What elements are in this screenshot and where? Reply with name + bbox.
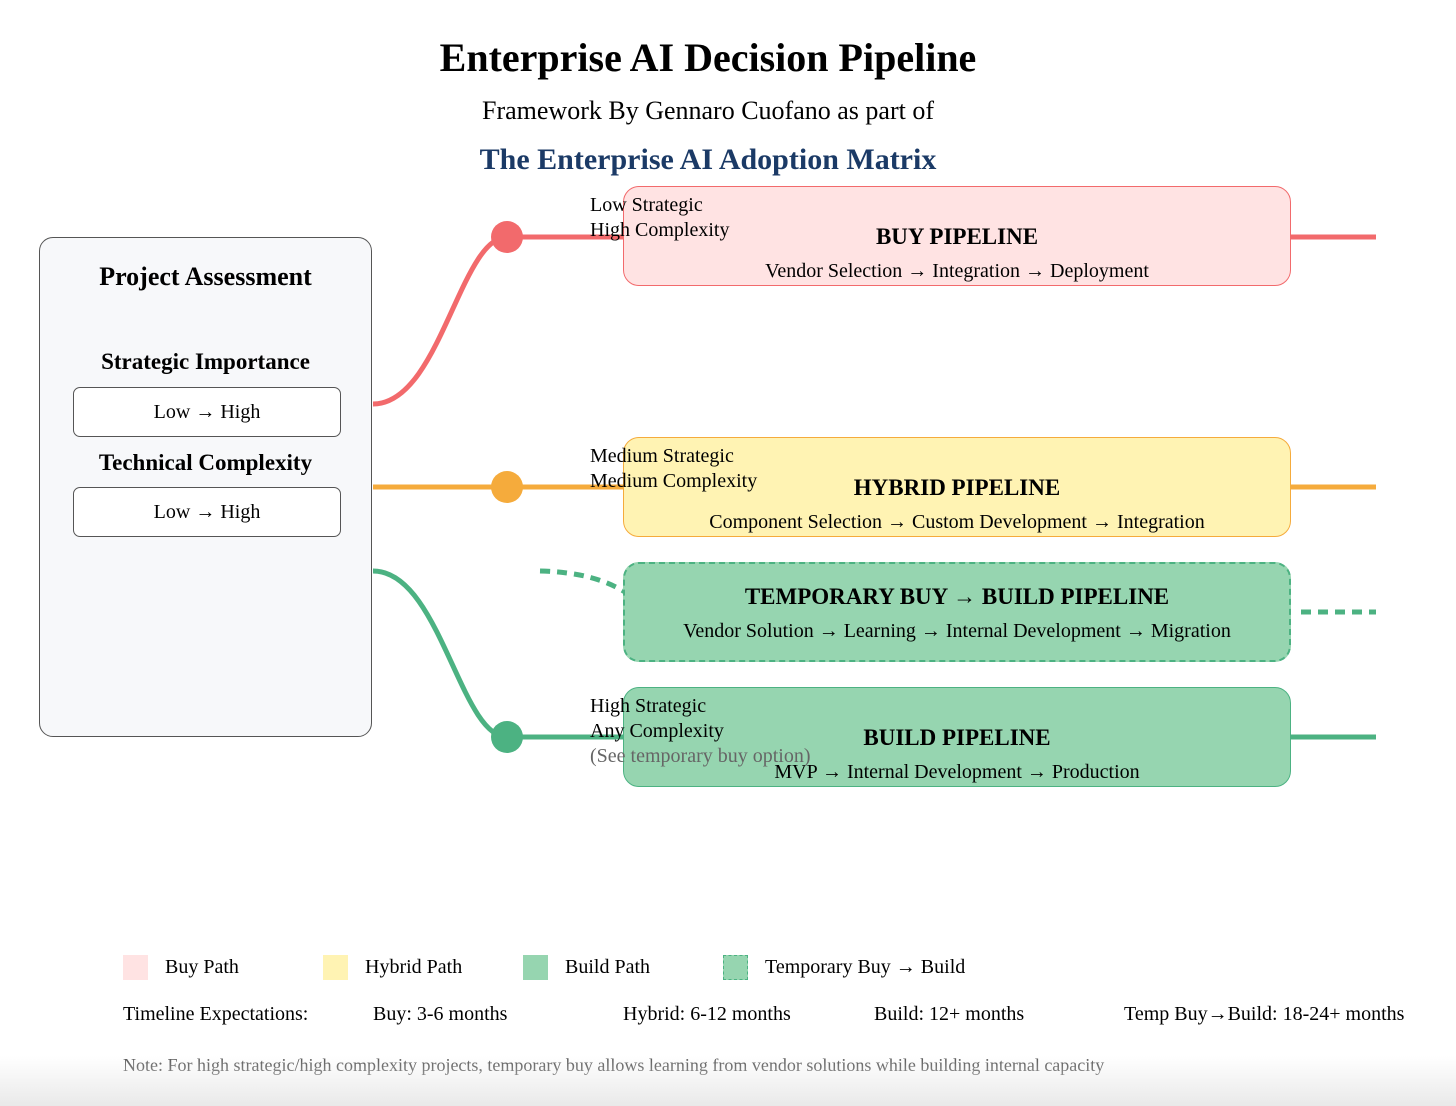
temp-pipeline-steps: Vendor Solution → Learning → Internal De… bbox=[683, 620, 1231, 642]
build-criteria-note: (See temporary buy option) bbox=[590, 745, 811, 767]
strategic-importance-label: Strategic Importance bbox=[101, 349, 310, 374]
build-node bbox=[491, 721, 523, 753]
assessment-title: Project Assessment bbox=[99, 262, 312, 291]
buy-node bbox=[491, 221, 523, 253]
buy-criteria: Low Strategic High Complexity bbox=[590, 193, 729, 243]
legend-swatch-build bbox=[523, 955, 548, 980]
timeline-hybrid: Hybrid: 6-12 months bbox=[623, 1003, 791, 1025]
legend-swatch-hybrid bbox=[323, 955, 348, 980]
hybrid-criteria: Medium Strategic Medium Complexity bbox=[590, 444, 757, 494]
buy-connector bbox=[372, 234, 623, 407]
build-criteria-strategic: High Strategic bbox=[590, 695, 707, 717]
buy-pipeline-steps: Vendor Selection → Integration → Deploym… bbox=[765, 260, 1149, 282]
build-connector bbox=[372, 568, 623, 740]
timeline-buy: Buy: 3-6 months bbox=[373, 1003, 508, 1025]
legend-label-temp: Temporary Buy → Build bbox=[765, 956, 966, 978]
legend-label-buy: Buy Path bbox=[165, 956, 239, 978]
project-assessment-panel: Project Assessment Strategic Importance … bbox=[39, 237, 372, 737]
timeline-label: Timeline Expectations: bbox=[123, 1003, 309, 1025]
legend-swatch-temp bbox=[723, 955, 748, 980]
timeline-temp: Temp Buy→Build: 18-24+ months bbox=[1124, 1003, 1405, 1025]
hybrid-node bbox=[491, 471, 523, 503]
timeline-build: Build: 12+ months bbox=[874, 1003, 1025, 1025]
legend-label-hybrid: Hybrid Path bbox=[365, 956, 463, 978]
hybrid-criteria-strategic: Medium Strategic bbox=[590, 445, 734, 467]
buy-criteria-strategic: Low Strategic bbox=[590, 194, 703, 216]
build-criteria: High Strategic Any Complexity (See tempo… bbox=[590, 694, 811, 769]
strategic-importance-scale: Low → High bbox=[73, 387, 341, 437]
hybrid-criteria-complexity: Medium Complexity bbox=[590, 470, 758, 492]
temporary-buy-build-pipeline-box: TEMPORARY BUY → BUILD PIPELINE Vendor So… bbox=[623, 562, 1291, 662]
temp-pipeline-title: TEMPORARY BUY → BUILD PIPELINE bbox=[744, 584, 1170, 609]
technical-complexity-scale: Low → High bbox=[73, 487, 341, 537]
temp-connector bbox=[539, 568, 627, 595]
hybrid-pipeline-steps: Component Selection → Custom Development… bbox=[709, 511, 1205, 533]
technical-complexity-label: Technical Complexity bbox=[98, 450, 313, 475]
bottom-fade bbox=[0, 1056, 1456, 1106]
legend-label-build: Build Path bbox=[565, 956, 651, 978]
build-criteria-complexity: Any Complexity bbox=[590, 720, 724, 742]
legend-swatch-buy bbox=[123, 955, 148, 980]
buy-criteria-complexity: High Complexity bbox=[590, 219, 730, 241]
